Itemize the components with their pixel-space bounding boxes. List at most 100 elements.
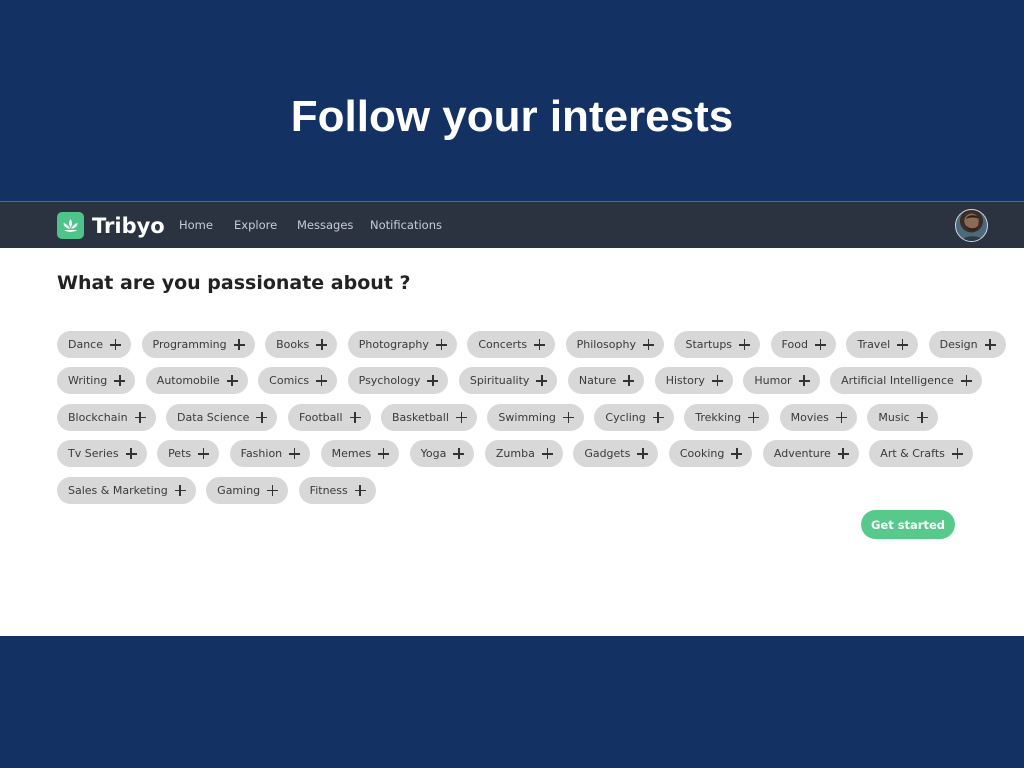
interest-tag-label: Adventure	[773, 447, 831, 461]
interest-tag[interactable]: Concerts	[467, 331, 556, 358]
nav-notifications[interactable]: Notifications	[370, 218, 442, 232]
plus-icon[interactable]	[427, 375, 439, 387]
plus-icon[interactable]	[536, 375, 548, 387]
plus-icon[interactable]	[226, 375, 238, 387]
get-started-button[interactable]: Get started	[861, 510, 955, 539]
interest-tag[interactable]: Spirituality	[458, 367, 558, 395]
interest-tag[interactable]: Humor	[743, 367, 820, 395]
plus-icon[interactable]	[289, 448, 301, 460]
plus-icon[interactable]	[748, 411, 760, 423]
plus-icon[interactable]	[916, 411, 928, 423]
plus-icon[interactable]	[378, 448, 390, 460]
interest-tag[interactable]: Tv Series	[57, 440, 147, 468]
interest-tag[interactable]: Startups	[674, 331, 761, 358]
interest-tag-label: Music	[878, 410, 910, 424]
plus-icon[interactable]	[256, 411, 268, 423]
interest-tag[interactable]: Travel	[846, 331, 919, 358]
plus-icon[interactable]	[731, 448, 743, 460]
avatar[interactable]	[955, 209, 988, 242]
plus-icon[interactable]	[951, 448, 963, 460]
plus-icon[interactable]	[354, 484, 366, 496]
interest-tag[interactable]: Design	[928, 331, 1006, 358]
plus-icon[interactable]	[534, 339, 546, 350]
interest-tag[interactable]: Dance	[57, 331, 131, 358]
plus-icon[interactable]	[174, 484, 186, 496]
plus-icon[interactable]	[435, 339, 447, 350]
interest-tag[interactable]: Sales & Marketing	[57, 476, 196, 504]
plus-icon[interactable]	[110, 339, 121, 350]
interest-tag-label: Memes	[331, 447, 372, 461]
plus-icon[interactable]	[837, 448, 849, 460]
tag-row: Dance Programming Books Photography Concerts…	[57, 331, 1006, 358]
plus-icon[interactable]	[623, 375, 635, 387]
interest-tag[interactable]: Adventure	[762, 440, 859, 468]
interest-tag-label: Fashion	[240, 447, 283, 461]
nav-messages[interactable]: Messages	[297, 218, 353, 232]
interest-tag[interactable]: Art & Crafts	[869, 440, 973, 468]
plus-icon[interactable]	[814, 339, 826, 350]
plus-icon[interactable]	[198, 448, 210, 460]
interest-tag[interactable]: Comics	[258, 367, 338, 395]
plus-icon[interactable]	[960, 375, 972, 387]
plus-icon[interactable]	[233, 339, 245, 350]
plus-icon[interactable]	[835, 411, 847, 423]
interest-tag[interactable]: Psychology	[347, 367, 449, 395]
nav-home[interactable]: Home	[179, 218, 213, 232]
interest-tag[interactable]: Programming	[141, 331, 255, 358]
interest-tag[interactable]: Movies	[779, 403, 857, 431]
plus-icon[interactable]	[453, 448, 465, 460]
interest-tag[interactable]: Gaming	[206, 476, 289, 504]
plus-icon[interactable]	[349, 411, 361, 423]
plus-icon[interactable]	[798, 375, 810, 387]
interest-tag[interactable]: Nature	[567, 367, 645, 395]
plus-icon[interactable]	[316, 339, 328, 350]
interest-tag[interactable]: Food	[770, 331, 836, 358]
interest-tag[interactable]: Photography	[347, 331, 457, 358]
interest-tag[interactable]: Gadgets	[573, 440, 659, 468]
plus-icon[interactable]	[562, 411, 574, 423]
plus-icon[interactable]	[134, 411, 146, 423]
interest-tag[interactable]: Data Science	[166, 403, 278, 431]
interest-tag[interactable]: Zumba	[484, 440, 563, 468]
plus-icon[interactable]	[267, 484, 279, 496]
interest-tag[interactable]: Fashion	[229, 440, 311, 468]
plus-icon[interactable]	[637, 448, 649, 460]
interest-tag[interactable]: Books	[265, 331, 338, 358]
interest-tag[interactable]: Swimming	[487, 403, 584, 431]
interest-tag[interactable]: Philosophy	[565, 331, 664, 358]
interest-tag[interactable]: Cooking	[668, 440, 753, 468]
interest-tag-label: Fitness	[309, 483, 348, 497]
interest-tag-label: Football	[298, 410, 343, 424]
interest-tag[interactable]: Football	[287, 403, 371, 431]
interest-tag[interactable]: Music	[867, 403, 938, 431]
plus-icon[interactable]	[984, 339, 996, 350]
plus-icon[interactable]	[652, 411, 664, 423]
interest-tag-label: Humor	[754, 374, 792, 388]
plus-icon[interactable]	[739, 339, 751, 350]
plus-icon[interactable]	[455, 411, 467, 423]
plus-icon[interactable]	[642, 339, 654, 350]
plus-icon[interactable]	[541, 448, 553, 460]
interest-tag[interactable]: Cycling	[594, 403, 674, 431]
interest-tag[interactable]: Blockchain	[57, 403, 156, 431]
interest-tag[interactable]: Fitness	[298, 476, 376, 504]
brand-name[interactable]: Tribyo	[92, 214, 165, 238]
interest-tag[interactable]: Writing	[57, 367, 136, 395]
interest-tag[interactable]: Automobile	[145, 367, 248, 395]
interest-tag[interactable]: Pets	[157, 440, 220, 468]
interest-tag[interactable]: Artificial Intelligence	[830, 367, 982, 395]
plus-icon[interactable]	[316, 375, 328, 387]
interest-tag[interactable]: Trekking	[684, 403, 770, 431]
interest-tag-label: Basketball	[392, 410, 449, 424]
plus-icon[interactable]	[125, 448, 137, 460]
lotus-icon[interactable]	[57, 212, 84, 239]
interest-tag[interactable]: Memes	[320, 440, 400, 468]
nav-explore[interactable]: Explore	[234, 218, 277, 232]
plus-icon[interactable]	[711, 375, 723, 387]
plus-icon[interactable]	[897, 339, 909, 350]
interest-tag-label: History	[665, 374, 705, 388]
plus-icon[interactable]	[114, 375, 126, 387]
interest-tag[interactable]: Yoga	[409, 440, 475, 468]
interest-tag[interactable]: Basketball	[381, 403, 477, 431]
interest-tag[interactable]: History	[654, 367, 733, 395]
